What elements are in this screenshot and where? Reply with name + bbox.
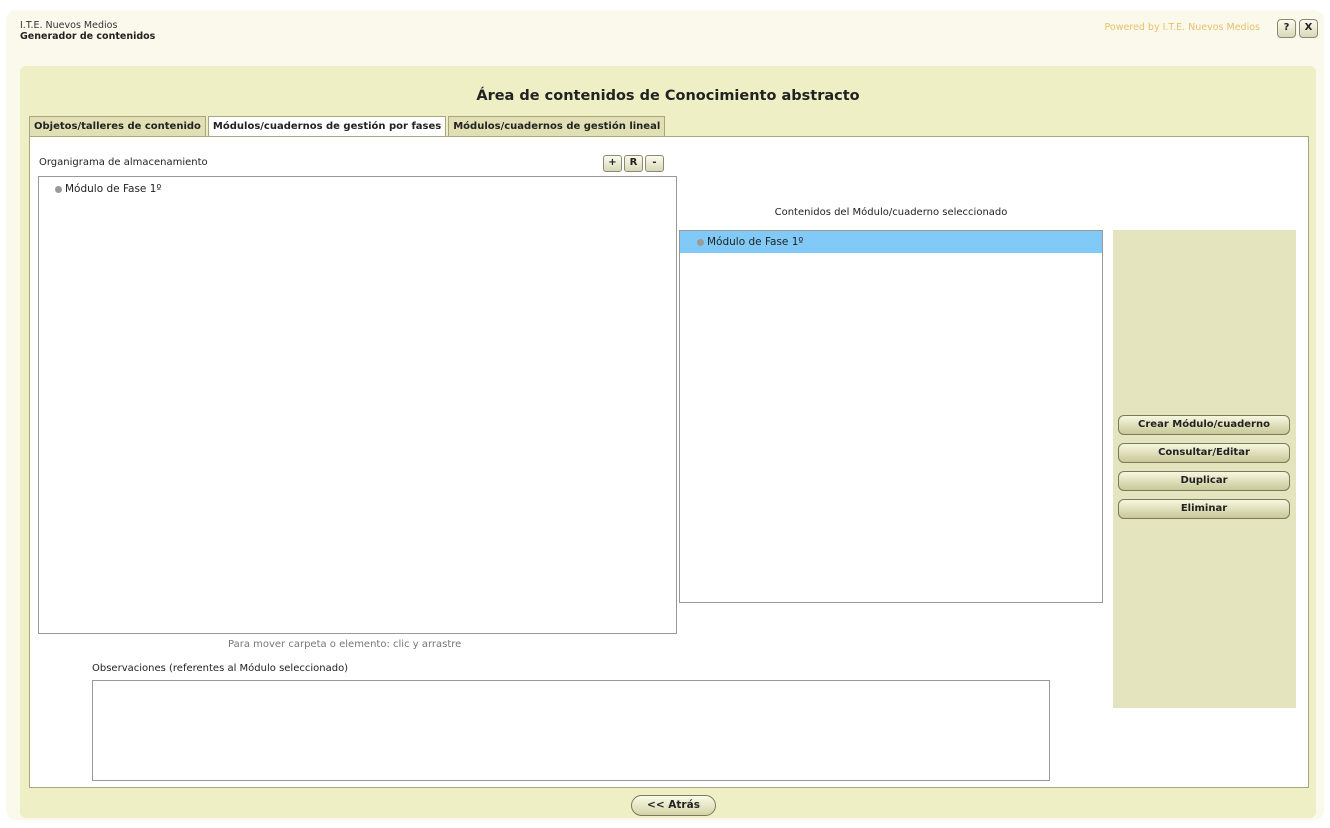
list-item[interactable]: Módulo de Fase 1º [680,231,1102,253]
app-header: I.T.E. Nuevos Medios Generador de conten… [20,20,155,42]
company-name: I.T.E. Nuevos Medios [20,20,118,31]
bullet-icon [55,185,62,193]
tree-node[interactable]: Módulo de Fase 1º [55,183,161,195]
contents-list: Módulo de Fase 1º [679,230,1103,603]
tab-objetos-talleres[interactable]: Objetos/talleres de contenido [29,116,206,136]
observations-field[interactable] [92,680,1050,781]
app-window: I.T.E. Nuevos Medios Generador de conten… [6,10,1324,820]
tree-node-label: Módulo de Fase 1º [65,183,162,195]
add-node-button[interactable]: + [603,155,622,172]
bullet-icon [697,238,704,246]
close-button[interactable]: X [1299,19,1318,38]
tab-content: Organigrama de almacenamiento + R - Módu… [29,136,1309,788]
tab-bar: Objetos/talleres de contenido Módulos/cu… [29,116,667,137]
back-button[interactable]: << Atrás [631,795,716,816]
tree-toolbar: + R - [603,155,664,172]
contents-label: Contenidos del Módulo/cuaderno seleccion… [774,207,1008,218]
remove-node-button[interactable]: - [645,155,664,172]
reset-tree-button[interactable]: R [624,155,643,172]
list-item-label: Módulo de Fase 1º [707,236,804,248]
organigram-label: Organigrama de almacenamiento [39,157,208,168]
delete-module-button[interactable]: Eliminar [1118,499,1290,519]
page-title: Área de contenidos de Conocimiento abstr… [476,88,860,104]
duplicate-module-button[interactable]: Duplicar [1118,471,1290,491]
tab-modulos-lineal[interactable]: Módulos/cuadernos de gestión lineal [448,116,666,136]
powered-by-text: Powered by I.T.E. Nuevos Medios [1104,22,1261,33]
tab-modulos-por-fases[interactable]: Módulos/cuadernos de gestión por fases [207,116,447,137]
main-panel: Área de contenidos de Conocimiento abstr… [20,66,1316,818]
organigram-tree[interactable]: Módulo de Fase 1º [38,176,677,634]
create-module-button[interactable]: Crear Módulo/cuaderno [1118,415,1290,435]
observations-label: Observaciones (referentes al Módulo sele… [92,663,349,674]
app-name: Generador de contenidos [20,31,156,42]
help-button[interactable]: ? [1277,19,1296,38]
actions-panel: Crear Módulo/cuaderno Consultar/Editar D… [1113,230,1296,708]
drag-hint: Para mover carpeta o elemento: clic y ar… [228,639,462,650]
edit-module-button[interactable]: Consultar/Editar [1118,443,1290,463]
